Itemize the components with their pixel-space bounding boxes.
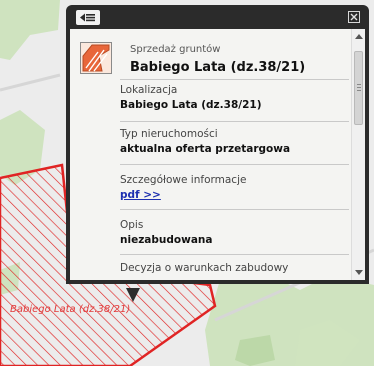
popup-scrollbar[interactable] xyxy=(351,29,365,280)
field-label: Szczegółowe informacje xyxy=(120,174,247,186)
popup-frame: Sprzedaż gruntów Babiego Lata (dz.38/21)… xyxy=(66,29,369,284)
popup-head: Sprzedaż gruntów Babiego Lata (dz.38/21) xyxy=(80,42,350,78)
divider xyxy=(120,209,349,210)
divider xyxy=(120,164,349,165)
field-value: niezabudowana xyxy=(120,234,213,246)
field-value: aktualna oferta przetargowa xyxy=(120,143,291,155)
field-value: Babiego Lata (dz.38/21) xyxy=(120,99,262,111)
field-label: Decyzja o warunkach zabudowy xyxy=(120,262,289,274)
list-icon[interactable] xyxy=(76,10,100,25)
info-popup: Sprzedaż gruntów Babiego Lata (dz.38/21)… xyxy=(66,5,369,302)
popup-title: Babiego Lata (dz.38/21) xyxy=(130,60,306,75)
divider xyxy=(120,79,349,80)
field-label: Opis xyxy=(120,219,144,231)
popup-header xyxy=(66,5,369,29)
close-icon[interactable] xyxy=(348,11,360,23)
popup-pointer xyxy=(126,288,140,302)
field-label: Lokalizacja xyxy=(120,84,178,96)
field-label: Typ nieruchomości xyxy=(120,128,218,140)
divider xyxy=(120,254,349,255)
popup-category: Sprzedaż gruntów xyxy=(130,44,221,55)
popup-body: Sprzedaż gruntów Babiego Lata (dz.38/21)… xyxy=(70,29,365,280)
field-lokalizacja: Lokalizacja Babiego Lata (dz.38/21) xyxy=(120,84,349,111)
parcel-icon xyxy=(80,42,112,74)
field-decyzja: Decyzja o warunkach zabudowy xyxy=(120,262,349,274)
pdf-link[interactable]: pdf >> xyxy=(120,189,349,201)
field-opis: Opis niezabudowana xyxy=(120,219,349,246)
field-szczegoly: Szczegółowe informacje pdf >> xyxy=(120,174,349,201)
field-typ: Typ nieruchomości aktualna oferta przeta… xyxy=(120,128,349,155)
scroll-thumb[interactable] xyxy=(354,51,363,125)
divider xyxy=(120,121,349,122)
parcel-label[interactable]: Babiego Lata (dz.38/21) xyxy=(10,304,130,315)
scroll-down-icon[interactable] xyxy=(355,270,363,275)
scroll-up-icon[interactable] xyxy=(355,34,363,39)
